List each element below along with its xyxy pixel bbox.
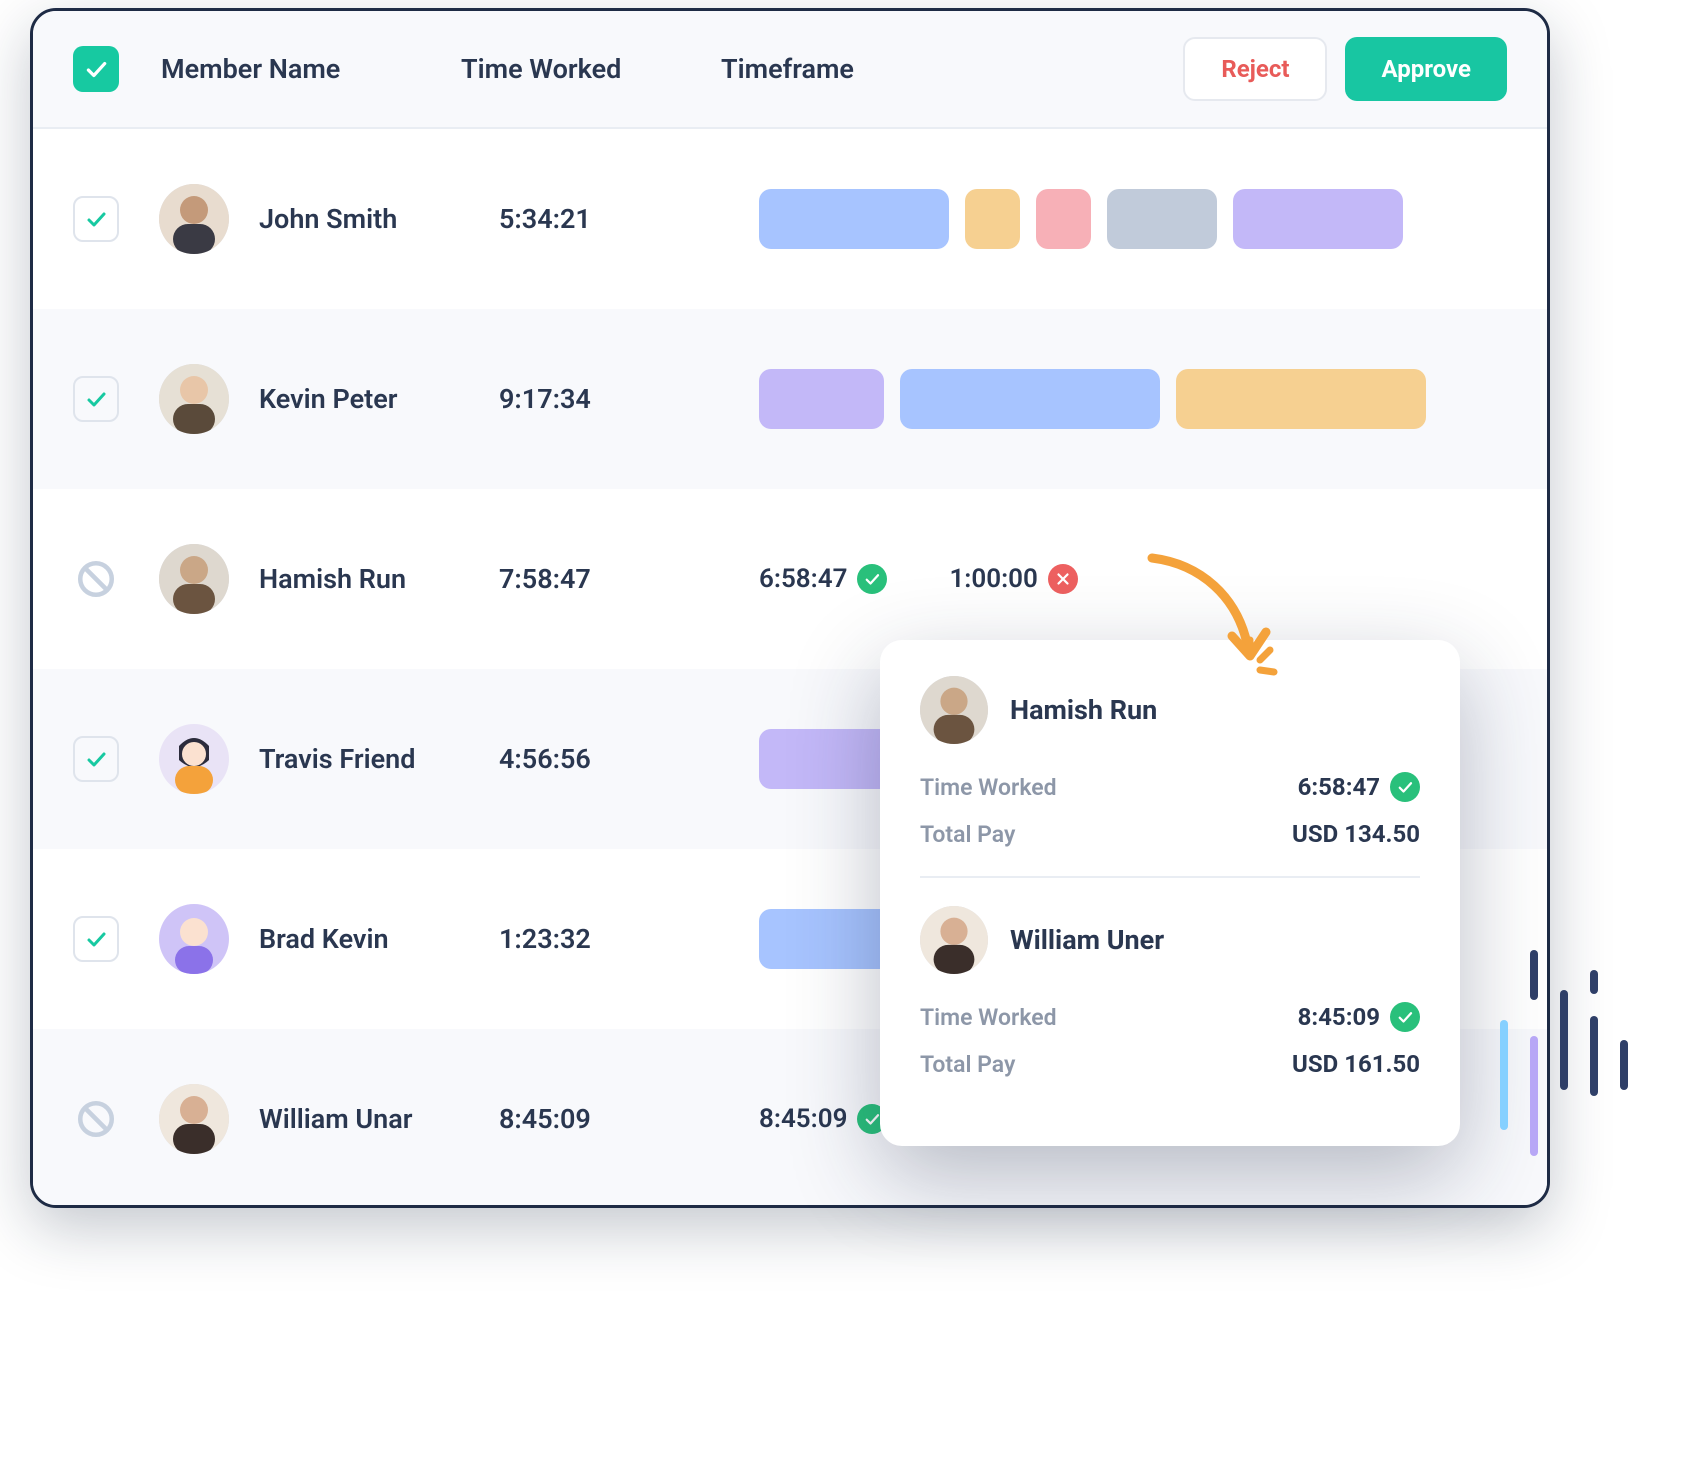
decorative-bars	[1500, 950, 1680, 1150]
member-name: Brad Kevin	[259, 923, 499, 955]
avatar	[159, 904, 229, 974]
member-name: Kevin Peter	[259, 383, 499, 415]
time-worked-value: 6:58:47	[1298, 773, 1380, 801]
row-checkbox[interactable]	[73, 376, 119, 422]
total-pay-label: Total Pay	[920, 821, 1015, 848]
time-worked: 7:58:47	[499, 563, 759, 595]
table-header: Member Name Time Worked Timeframe Reject…	[33, 11, 1547, 129]
time-worked-label: Time Worked	[920, 774, 1057, 801]
deny-icon	[73, 556, 119, 602]
timeframe-detail: 6:58:47 1:00:00	[759, 564, 1507, 594]
approved-time: 6:58:47	[759, 564, 847, 594]
x-icon	[1048, 564, 1078, 594]
col-member-name: Member Name	[161, 53, 340, 85]
avatar	[159, 544, 229, 614]
select-all-checkbox[interactable]	[73, 46, 119, 92]
pay-name: William Uner	[1010, 924, 1164, 956]
pay-popover: Hamish Run Time Worked 6:58:47 Total Pay…	[880, 640, 1460, 1146]
avatar	[159, 184, 229, 254]
reject-button[interactable]: Reject	[1183, 37, 1327, 101]
deny-icon	[73, 1096, 119, 1142]
rejected-time: 1:00:00	[949, 564, 1037, 594]
row-checkbox[interactable]	[73, 196, 119, 242]
col-timeframe: Timeframe	[721, 53, 854, 85]
check-icon	[1390, 1002, 1420, 1032]
member-name: William Unar	[259, 1103, 499, 1135]
total-pay-value: USD 134.50	[1292, 820, 1420, 848]
time-worked-value: 8:45:09	[1298, 1003, 1380, 1031]
time-worked: 8:45:09	[499, 1103, 759, 1135]
total-pay-label: Total Pay	[920, 1051, 1015, 1078]
avatar	[920, 676, 988, 744]
time-worked: 4:56:56	[499, 743, 759, 775]
approve-button[interactable]: Approve	[1345, 37, 1507, 101]
approved-time: 8:45:09	[759, 1104, 847, 1134]
spark-icon	[1220, 634, 1280, 698]
table-row: John Smith 5:34:21	[33, 129, 1547, 309]
pay-popover-wrap: Hamish Run Time Worked 6:58:47 Total Pay…	[880, 640, 1510, 1146]
check-icon	[857, 564, 887, 594]
check-icon	[1390, 772, 1420, 802]
pay-section: William Uner Time Worked 8:45:09 Total P…	[920, 876, 1420, 1106]
pay-name: Hamish Run	[1010, 694, 1157, 726]
time-worked: 5:34:21	[499, 203, 759, 235]
table-row: Kevin Peter 9:17:34	[33, 309, 1547, 489]
member-name: John Smith	[259, 203, 499, 235]
timeframe-bars	[759, 189, 1507, 249]
avatar	[159, 364, 229, 434]
col-time-worked: Time Worked	[461, 53, 621, 85]
row-checkbox[interactable]	[73, 916, 119, 962]
pay-section: Hamish Run Time Worked 6:58:47 Total Pay…	[920, 670, 1420, 876]
time-worked-label: Time Worked	[920, 1004, 1057, 1031]
member-name: Hamish Run	[259, 563, 499, 595]
time-worked: 1:23:32	[499, 923, 759, 955]
timeframe-bars	[759, 369, 1507, 429]
total-pay-value: USD 161.50	[1292, 1050, 1420, 1078]
time-worked: 9:17:34	[499, 383, 759, 415]
avatar	[159, 1084, 229, 1154]
row-checkbox[interactable]	[73, 736, 119, 782]
member-name: Travis Friend	[259, 743, 499, 775]
avatar	[920, 906, 988, 974]
avatar	[159, 724, 229, 794]
